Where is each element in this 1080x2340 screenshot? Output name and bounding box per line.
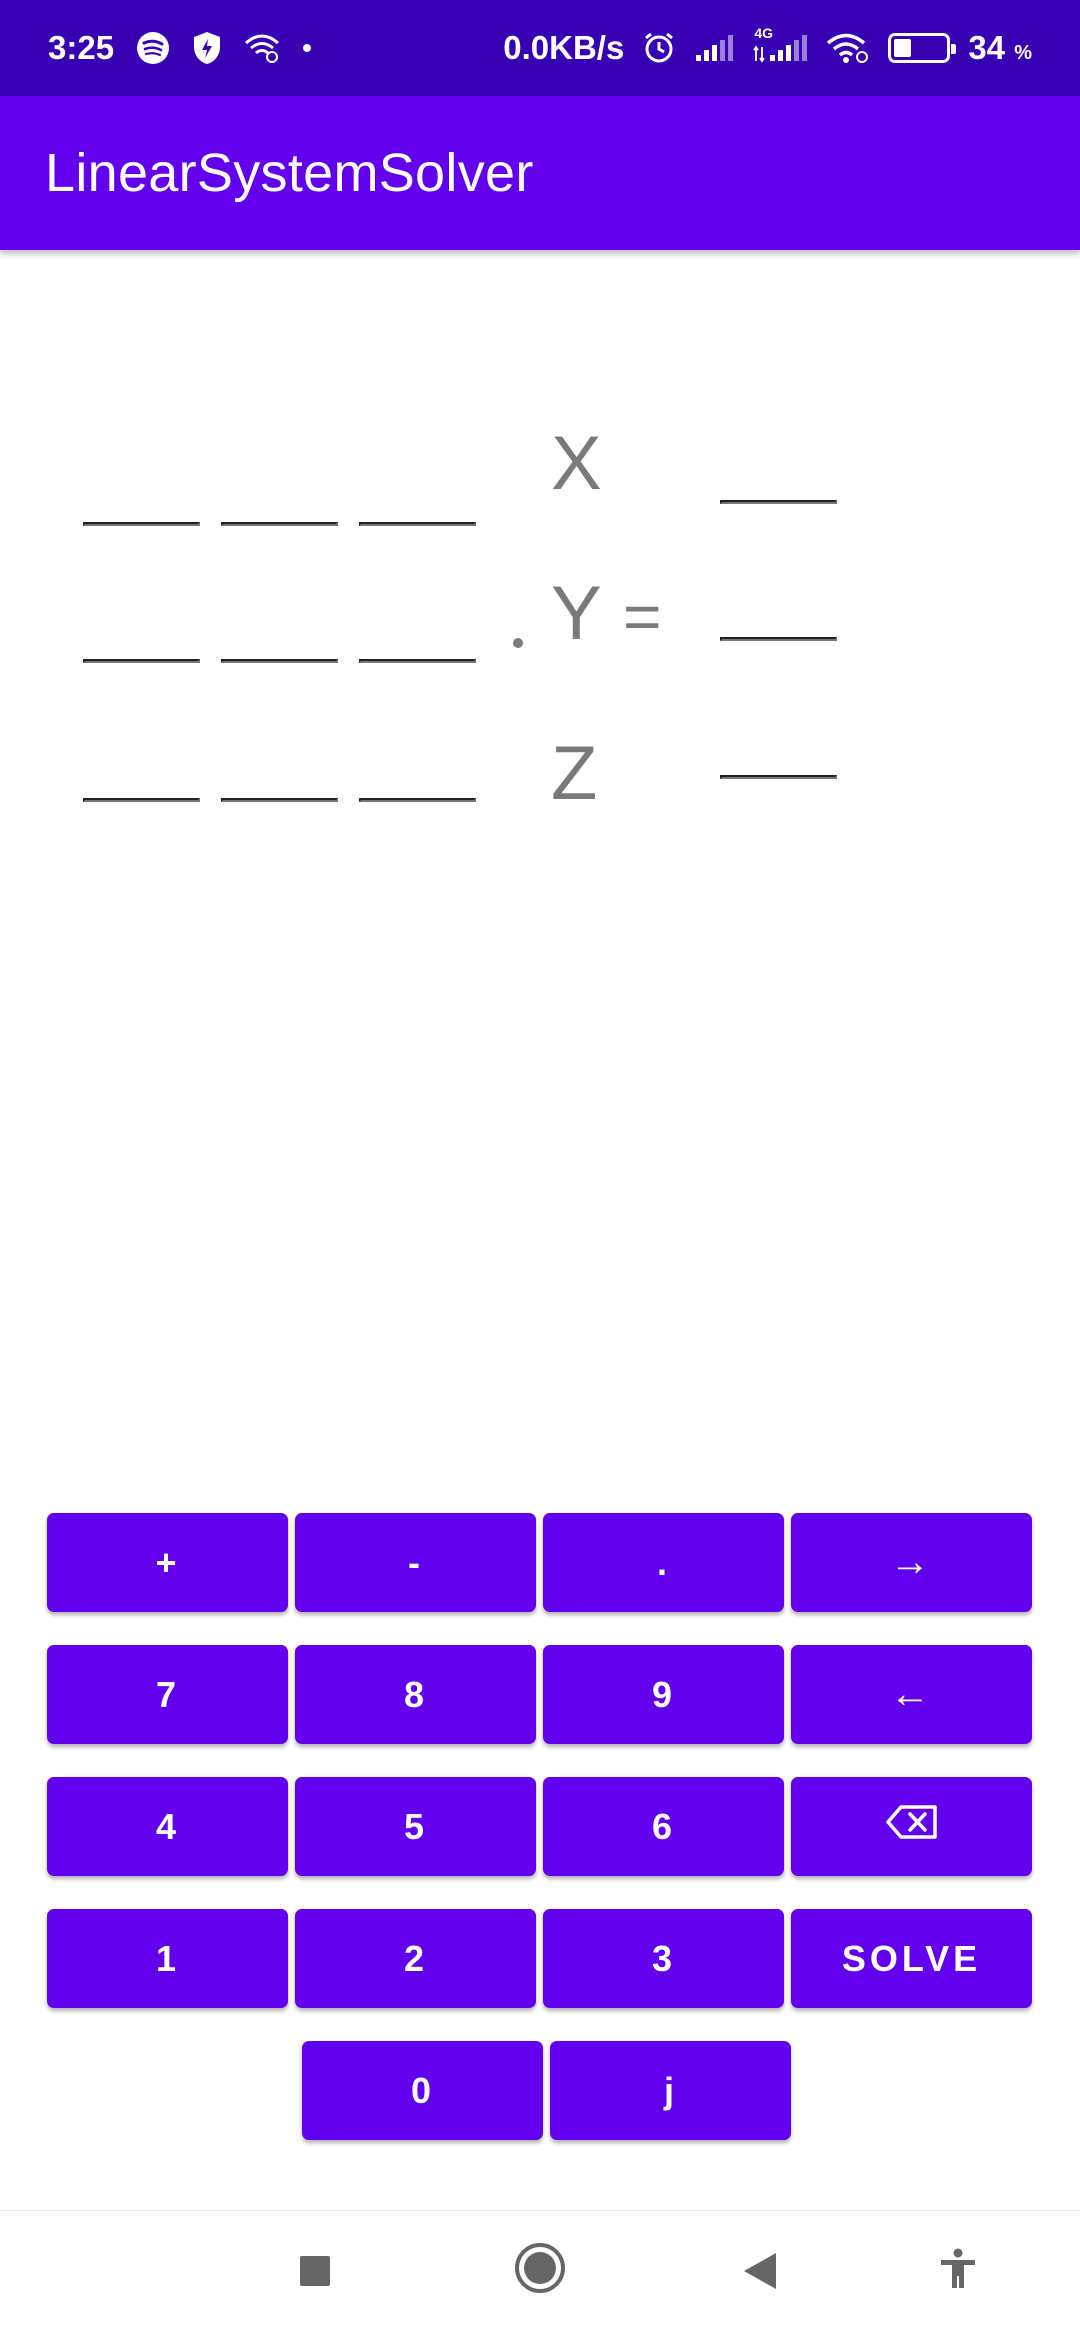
- key-decimal-button[interactable]: .: [543, 1513, 784, 1612]
- network-type: 4G: [754, 25, 773, 41]
- key-plus-button[interactable]: +: [47, 1513, 288, 1612]
- equals-sign: =: [623, 579, 662, 653]
- result-b3-field[interactable]: [720, 775, 837, 779]
- battery-icon: [888, 33, 957, 63]
- coefficient-a21-field[interactable]: [83, 659, 200, 663]
- coefficient-a33-field[interactable]: [359, 798, 476, 802]
- key-j-button[interactable]: j: [550, 2041, 791, 2140]
- coefficient-a32-field[interactable]: [221, 798, 338, 802]
- key-7-button[interactable]: 7: [47, 1645, 288, 1744]
- wifi-icon: [826, 32, 870, 64]
- result-b1-field[interactable]: [720, 500, 837, 504]
- result-b2-field[interactable]: [720, 637, 837, 641]
- network-speed: 0.0KB/s: [503, 29, 625, 66]
- key-next-button[interactable]: →: [791, 1513, 1032, 1612]
- key-5-button[interactable]: 5: [295, 1777, 536, 1876]
- solve-button[interactable]: SOLVE: [791, 1909, 1032, 2008]
- key-2-button[interactable]: 2: [295, 1909, 536, 2008]
- recents-icon[interactable]: [285, 2241, 345, 2301]
- battery-level-fill: [894, 39, 912, 57]
- navigation-bar: [0, 2210, 1080, 2340]
- key-9-button[interactable]: 9: [543, 1645, 784, 1744]
- app-title: LinearSystemSolver: [45, 143, 534, 203]
- signal-icon: [694, 33, 734, 63]
- alarm-icon: [642, 31, 676, 65]
- shield-icon: [192, 31, 222, 65]
- multiply-dot: [513, 638, 523, 648]
- wifi-link-icon: [244, 33, 280, 63]
- accessibility-icon[interactable]: [928, 2239, 988, 2299]
- dot-icon: [302, 43, 312, 53]
- spotify-icon: [136, 31, 170, 65]
- status-bar: 3:25 0.0KB/s 4G 34 %: [0, 0, 1080, 96]
- key-3-button[interactable]: 3: [543, 1909, 784, 2008]
- variable-y: Y: [551, 571, 602, 656]
- key-8-button[interactable]: 8: [295, 1645, 536, 1744]
- key-4-button[interactable]: 4: [47, 1777, 288, 1876]
- coefficient-a11-field[interactable]: [83, 522, 200, 526]
- battery-unit: %: [1014, 42, 1032, 64]
- backspace-icon: [885, 1804, 939, 1849]
- signal-4g-icon: 4G: [752, 25, 808, 63]
- key-backspace-button[interactable]: [791, 1777, 1032, 1876]
- variable-x: X: [551, 421, 602, 506]
- coefficient-a22-field[interactable]: [221, 659, 338, 663]
- variable-z: Z: [551, 731, 598, 816]
- coefficient-a12-field[interactable]: [221, 522, 338, 526]
- key-previous-button[interactable]: ←: [791, 1645, 1032, 1744]
- status-time: 3:25: [48, 29, 115, 66]
- key-6-button[interactable]: 6: [543, 1777, 784, 1876]
- home-icon[interactable]: [508, 2236, 572, 2300]
- coefficient-a23-field[interactable]: [359, 659, 476, 663]
- key-minus-button[interactable]: -: [295, 1513, 536, 1612]
- key-1-button[interactable]: 1: [47, 1909, 288, 2008]
- coefficient-a31-field[interactable]: [83, 798, 200, 802]
- key-0-button[interactable]: 0: [302, 2041, 543, 2140]
- coefficient-a13-field[interactable]: [359, 522, 476, 526]
- app-bar: LinearSystemSolver: [0, 96, 1080, 250]
- back-icon[interactable]: [730, 2241, 790, 2301]
- battery-percent: 34: [968, 29, 1006, 66]
